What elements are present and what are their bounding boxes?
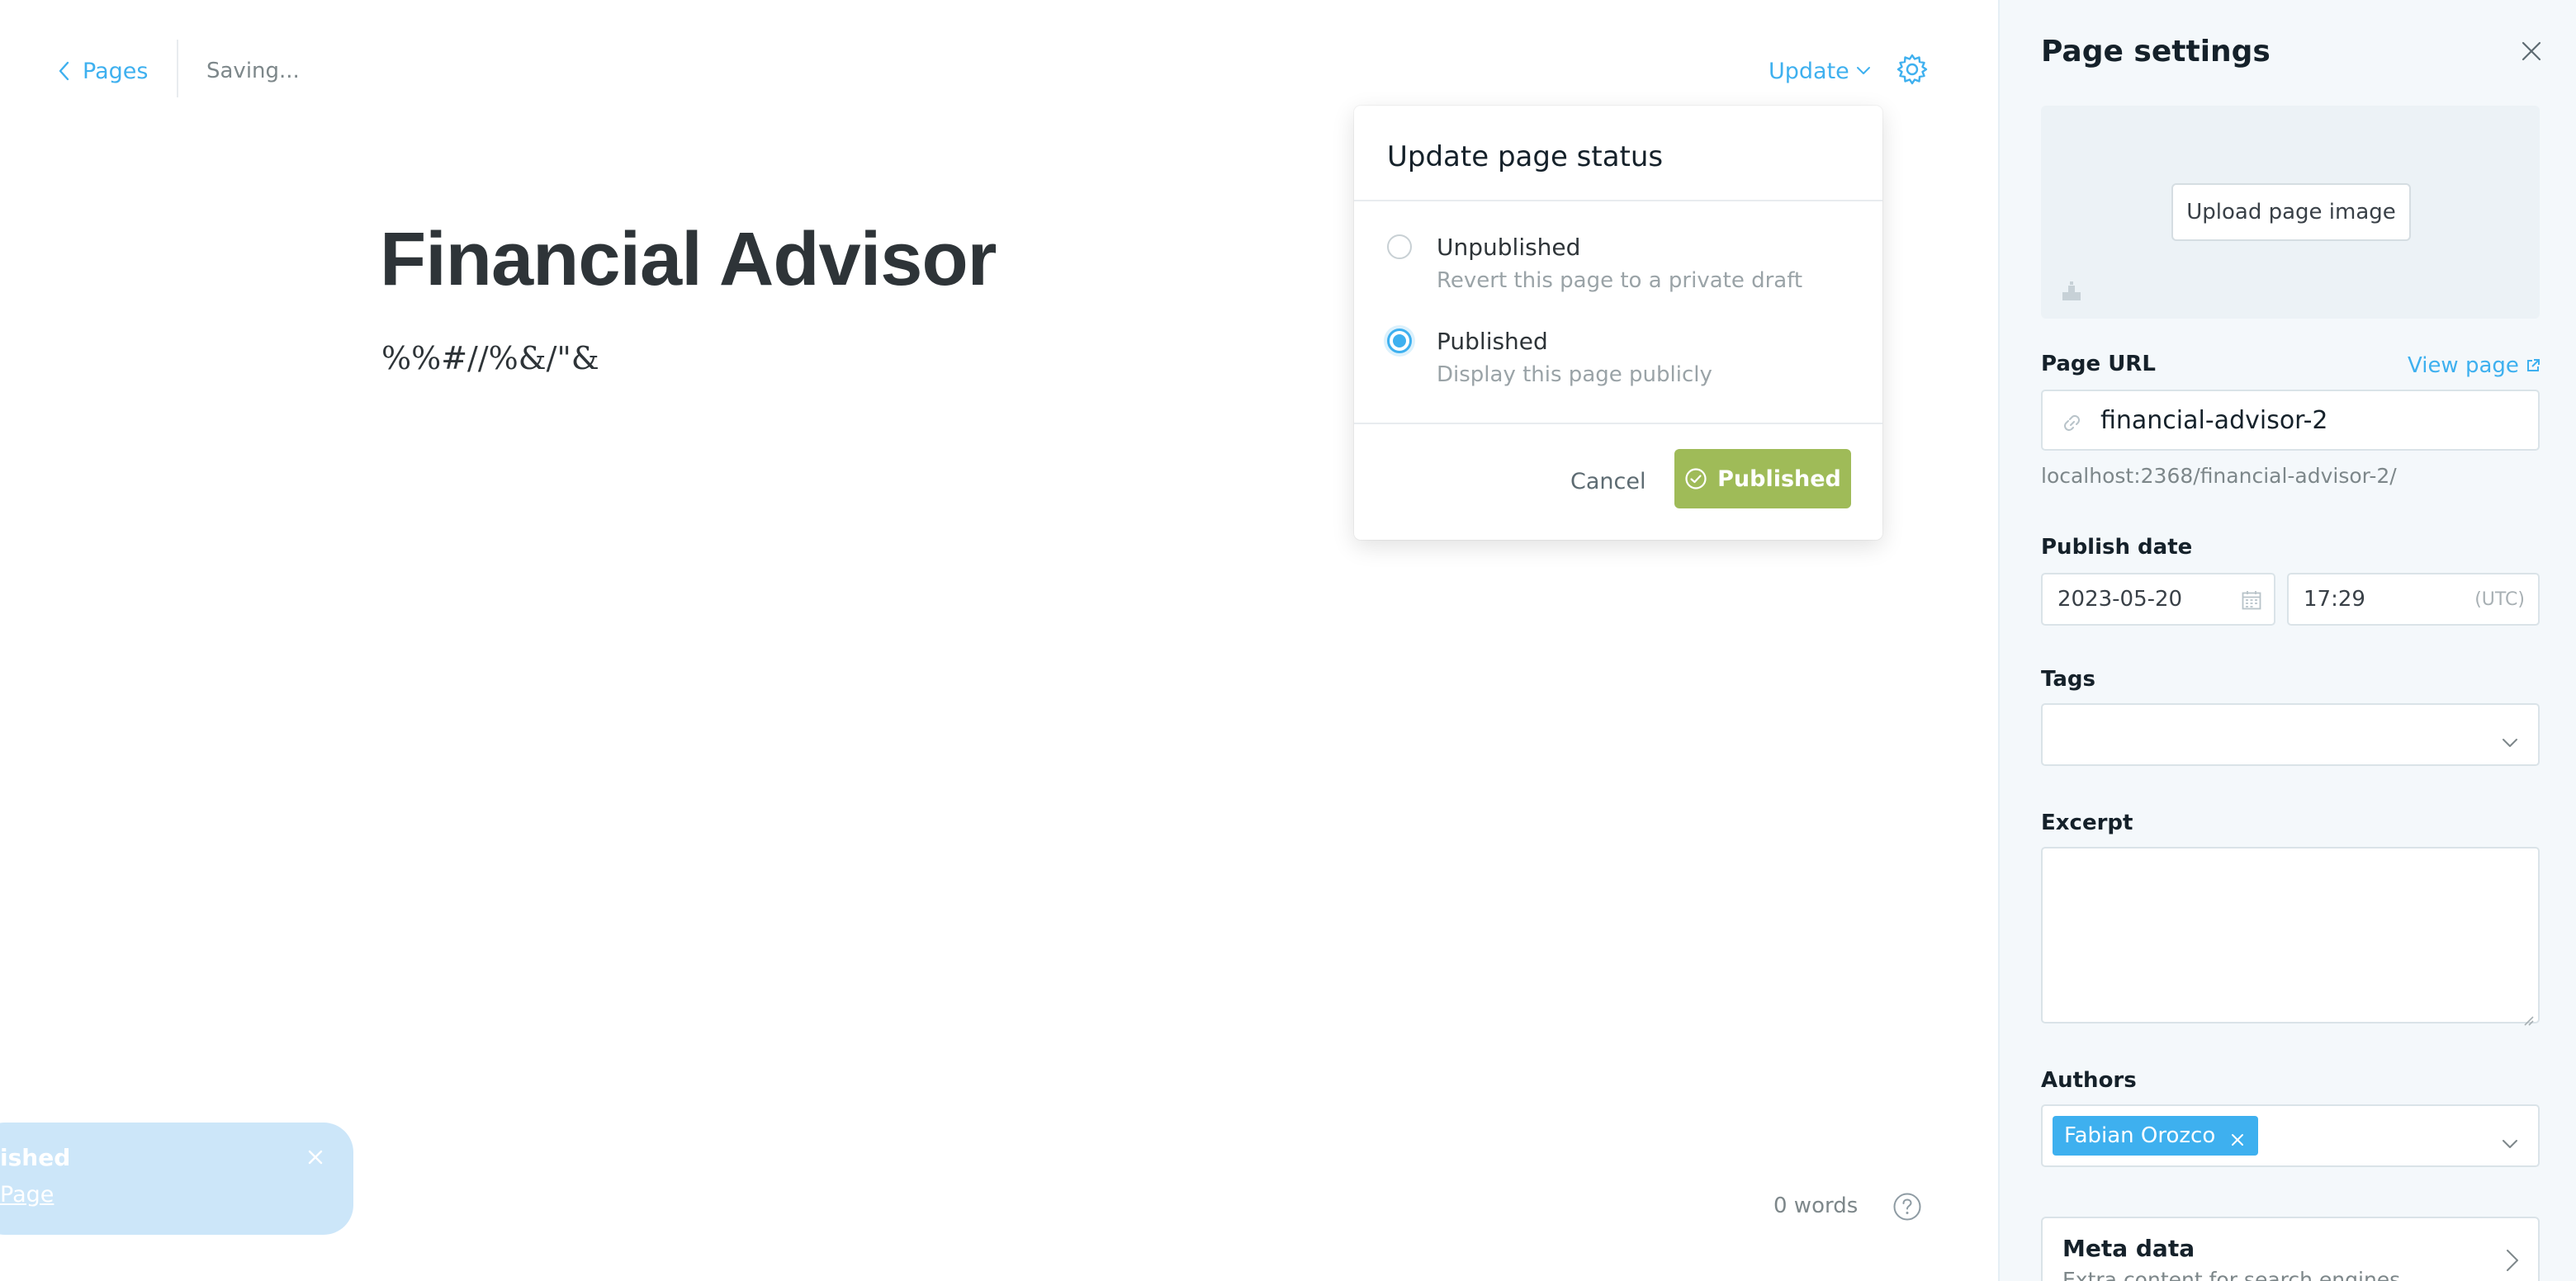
view-page-label: View page	[2408, 353, 2519, 378]
notification-toast: ished Page	[0, 1123, 353, 1235]
settings-toggle-button[interactable]	[1896, 53, 1929, 86]
publish-time-input[interactable]: 17:29 (UTC)	[2287, 573, 2540, 626]
option-title: Unpublished	[1437, 234, 1581, 261]
word-count: 0 words	[1773, 1194, 1859, 1218]
option-description: Revert this page to a private draft	[1437, 268, 1803, 293]
close-icon	[2522, 41, 2541, 61]
chevron-left-icon	[59, 61, 69, 81]
option-description: Display this page publicly	[1437, 362, 1712, 387]
editor-area: Pages Saving... Update Financial Advisor…	[0, 0, 1998, 1281]
author-chip[interactable]: Fabian Orozco	[2053, 1116, 2259, 1156]
published-button-label: Published	[1717, 466, 1841, 492]
resize-grip-icon[interactable]	[2522, 1005, 2535, 1026]
chevron-down-icon	[1856, 67, 1870, 74]
publish-date-value: 2023-05-20	[2057, 587, 2183, 612]
publish-date-label: Publish date	[2041, 535, 2193, 560]
popover-divider	[1354, 423, 1882, 424]
timezone-label: (UTC)	[2474, 589, 2525, 610]
publish-date-input[interactable]: 2023-05-20	[2041, 573, 2275, 626]
tags-select[interactable]	[2041, 703, 2540, 766]
update-status-button[interactable]: Update	[1769, 53, 1871, 89]
calendar-icon[interactable]	[2241, 589, 2262, 611]
status-option-unpublished[interactable]: Unpublished Revert this page to a privat…	[1387, 233, 1802, 295]
update-button-label: Update	[1769, 58, 1849, 84]
chevron-right-icon	[2505, 1248, 2520, 1273]
status-option-published[interactable]: Published Display this page publicly	[1387, 327, 1712, 390]
chevron-down-icon	[2500, 1129, 2520, 1148]
link-icon	[2062, 411, 2082, 431]
sidebar-title: Page settings	[2041, 35, 2271, 69]
popover-title: Update page status	[1354, 106, 1882, 201]
published-radio[interactable]	[1387, 329, 1412, 353]
page-image-dropzone[interactable]: Upload page image	[2041, 106, 2540, 319]
excerpt-label: Excerpt	[2041, 811, 2133, 835]
page-url-label: Page URL	[2041, 352, 2156, 376]
image-upload-icon	[2059, 279, 2084, 304]
external-link-icon	[2526, 359, 2540, 371]
option-title: Published	[1437, 328, 1548, 355]
save-status: Saving...	[206, 59, 300, 83]
meta-data-section[interactable]: Meta data Extra content for search engin…	[2041, 1217, 2540, 1281]
tags-label: Tags	[2041, 667, 2096, 692]
page-settings-sidebar: Page settings Upload page image Page URL…	[1998, 0, 2576, 1281]
toast-title: ished	[0, 1144, 71, 1171]
meta-data-title: Meta data	[2062, 1235, 2195, 1262]
check-circle-icon	[1685, 468, 1707, 489]
close-icon	[308, 1150, 323, 1165]
post-body[interactable]: %%#//%&/"&	[381, 340, 599, 376]
meta-data-subtitle: Extra content for search engines	[2062, 1268, 2401, 1281]
sidebar-close-button[interactable]	[2520, 40, 2543, 63]
cancel-button[interactable]: Cancel	[1570, 466, 1646, 499]
chevron-down-icon	[2500, 728, 2520, 747]
post-title[interactable]: Financial Advisor	[380, 216, 997, 303]
gear-icon	[1896, 54, 1928, 85]
update-status-popover: Update page status Unpublished Revert th…	[1354, 106, 1882, 540]
toast-view-link[interactable]: Page	[0, 1182, 54, 1208]
page-url-value: financial-advisor-2	[2100, 405, 2328, 435]
author-name: Fabian Orozco	[2064, 1123, 2216, 1148]
published-button[interactable]: Published	[1674, 449, 1851, 508]
page-url-input[interactable]: financial-advisor-2	[2041, 390, 2540, 451]
header-divider	[177, 40, 178, 97]
unpublished-radio[interactable]	[1387, 234, 1412, 259]
authors-label: Authors	[2041, 1068, 2137, 1093]
authors-select[interactable]: Fabian Orozco	[2041, 1104, 2540, 1167]
toast-close-button[interactable]	[307, 1149, 324, 1165]
help-button[interactable]	[1892, 1192, 1922, 1222]
publish-time-value: 17:29	[2304, 587, 2365, 612]
page-url-preview: localhost:2368/financial-advisor-2/	[2041, 464, 2397, 488]
help-icon	[1893, 1193, 1921, 1221]
upload-page-image-button[interactable]: Upload page image	[2171, 183, 2411, 241]
back-to-pages-link[interactable]: Pages	[56, 54, 148, 87]
excerpt-textarea[interactable]	[2041, 847, 2540, 1026]
remove-author-icon[interactable]	[2230, 1128, 2245, 1146]
view-page-link[interactable]: View page	[2408, 353, 2540, 378]
back-link-label: Pages	[83, 58, 149, 84]
